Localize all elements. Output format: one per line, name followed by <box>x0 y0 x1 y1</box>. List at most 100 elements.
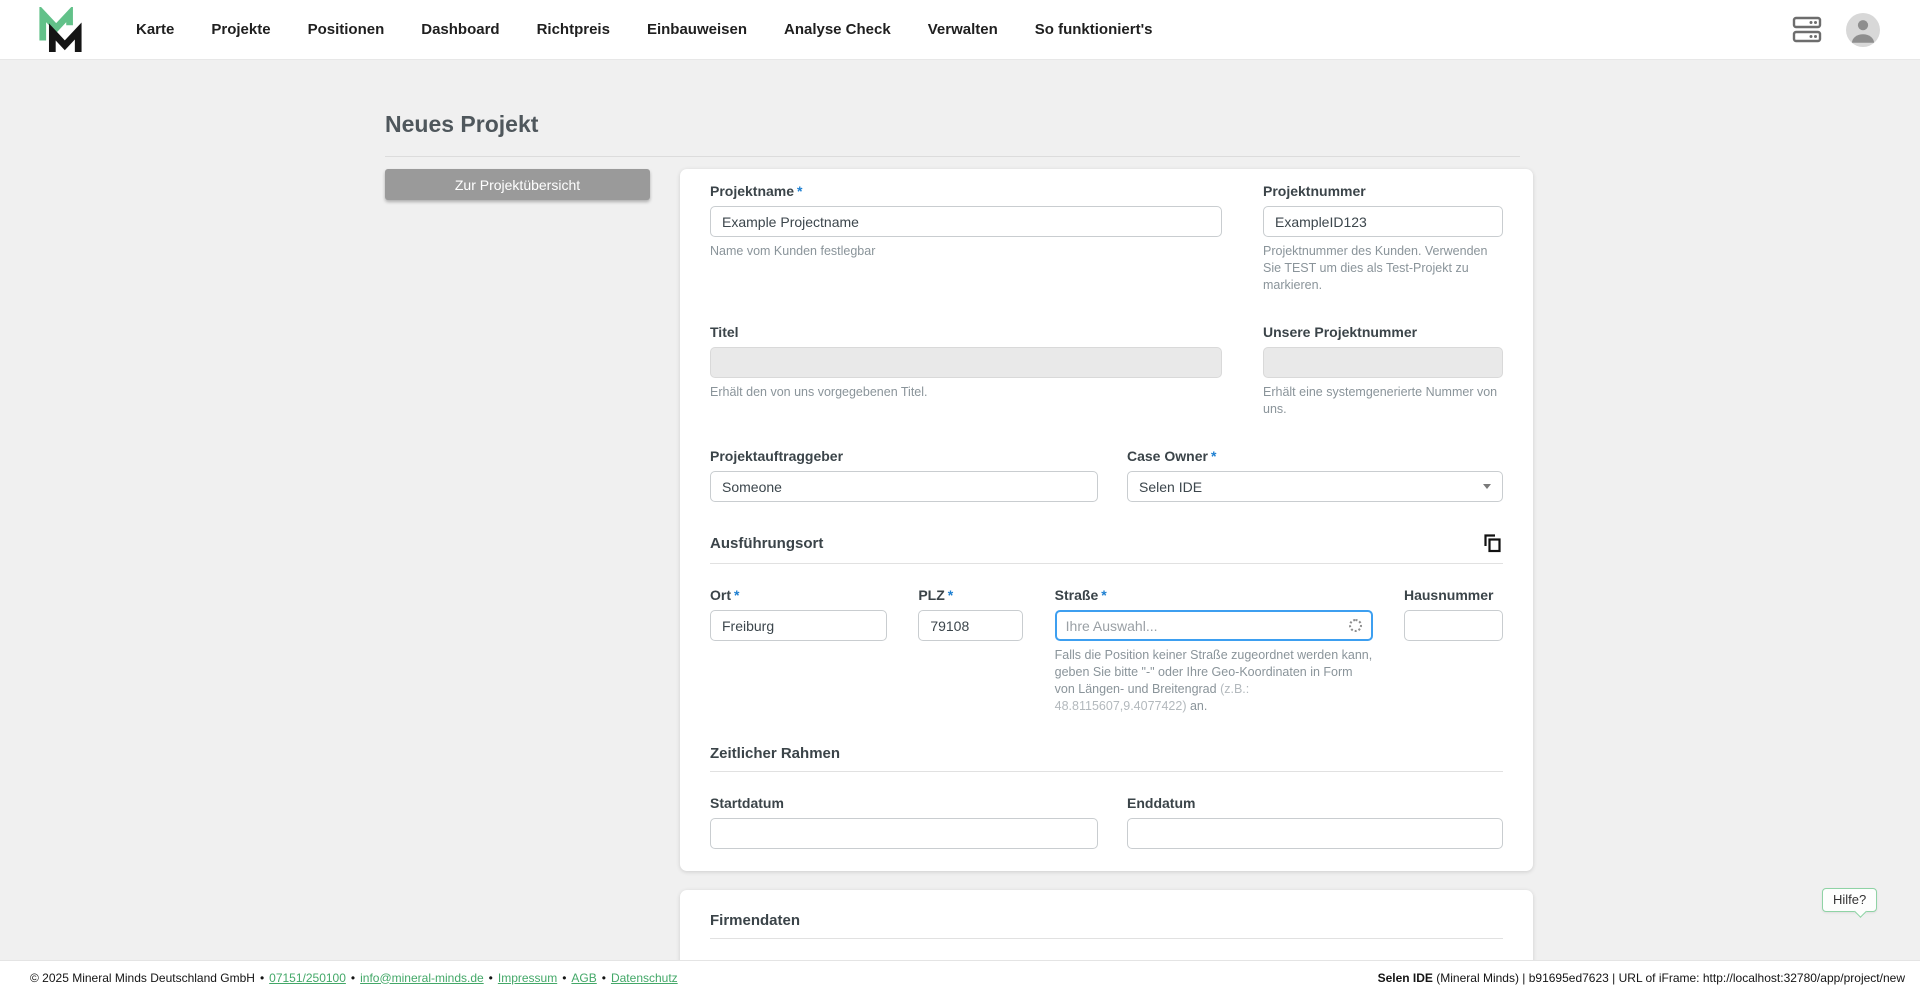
form-row-dates: Startdatum Enddatum <box>710 793 1503 849</box>
separator: • <box>351 971 355 985</box>
projektnummer-input[interactable] <box>1263 206 1503 237</box>
field-projektnummer: Projektnummer Projektnummer des Kunden. … <box>1263 181 1503 294</box>
ausfuehrungsort-header: Ausführungsort <box>710 532 1503 554</box>
case-owner-select[interactable]: Selen IDE <box>1127 471 1503 502</box>
form-row-address: Ort* PLZ* Straße* Falls die Position kei… <box>710 585 1503 715</box>
required-marker: * <box>797 183 802 199</box>
session-details: (Mineral Minds) | b91695ed7623 | URL of … <box>1433 971 1905 985</box>
hausnummer-input[interactable] <box>1404 610 1503 641</box>
nav-item-verwalten[interactable]: Verwalten <box>928 21 998 38</box>
separator: • <box>562 971 566 985</box>
page-title: Neues Projekt <box>385 111 538 138</box>
firmendaten-header: Firmendaten <box>710 912 1503 929</box>
footer-link-agb[interactable]: AGB <box>571 971 596 985</box>
zeitlicher-rahmen-title: Zeitlicher Rahmen <box>710 745 840 762</box>
field-unsere-projektnummer: Unsere Projektnummer Erhält eine systemg… <box>1263 322 1503 418</box>
title-divider <box>385 156 1520 157</box>
footer-link-email[interactable]: info@mineral-minds.de <box>360 971 484 985</box>
projektname-input[interactable] <box>710 206 1222 237</box>
footer-link-phone[interactable]: 07151/250100 <box>269 971 346 985</box>
section-divider <box>710 771 1503 772</box>
loading-spinner-icon <box>1349 619 1362 632</box>
firmendaten-card: Firmendaten <box>680 890 1533 960</box>
footer-link-impressum[interactable]: Impressum <box>498 971 557 985</box>
footer-link-datenschutz[interactable]: Datenschutz <box>611 971 678 985</box>
footer-left: © 2025 Mineral Minds Deutschland GmbH • … <box>30 971 678 985</box>
field-ort: Ort* <box>710 585 887 715</box>
user-avatar-icon[interactable] <box>1846 13 1880 47</box>
projektnummer-label: Projektnummer <box>1263 181 1503 201</box>
field-case-owner: Case Owner* Selen IDE <box>1127 446 1503 502</box>
chevron-down-icon <box>1483 484 1491 489</box>
help-button[interactable]: Hilfe? <box>1822 888 1877 912</box>
projektauftraggeber-label: Projektauftraggeber <box>710 446 1098 466</box>
required-marker: * <box>948 587 953 603</box>
plz-input[interactable] <box>918 610 1023 641</box>
speech-bubble-tail <box>1854 905 1867 918</box>
ort-input[interactable] <box>710 610 887 641</box>
nav-item-einbauweisen[interactable]: Einbauweisen <box>647 21 747 38</box>
nav-item-analyse-check[interactable]: Analyse Check <box>784 21 891 38</box>
unsere-projektnummer-input <box>1263 347 1503 378</box>
section-divider <box>710 938 1503 939</box>
main-content: Neues Projekt Zur Projektübersicht Proje… <box>0 60 1920 960</box>
nav-item-so-funktionierts[interactable]: So funktioniert's <box>1035 21 1153 38</box>
projektname-label: Projektname* <box>710 181 1222 201</box>
nav-item-richtpreis[interactable]: Richtpreis <box>537 21 610 38</box>
session-user: Selen IDE <box>1378 971 1433 985</box>
case-owner-label: Case Owner* <box>1127 446 1503 466</box>
separator: • <box>489 971 493 985</box>
mineral-minds-logo-icon[interactable] <box>36 7 84 53</box>
copyright-text: © 2025 Mineral Minds Deutschland GmbH <box>30 971 255 985</box>
nav-item-dashboard[interactable]: Dashboard <box>421 21 499 38</box>
ort-label: Ort* <box>710 585 887 605</box>
projektauftraggeber-input[interactable] <box>710 471 1098 502</box>
unsere-projektnummer-label: Unsere Projektnummer <box>1263 322 1503 342</box>
nav-item-projekte[interactable]: Projekte <box>211 21 270 38</box>
topbar-right <box>1792 13 1880 47</box>
nav-item-karte[interactable]: Karte <box>136 21 174 38</box>
form-row-auftraggeber-owner: Projektauftraggeber Case Owner* Selen ID… <box>710 446 1503 502</box>
main-nav: Karte Projekte Positionen Dashboard Rich… <box>136 21 1153 38</box>
section-divider <box>710 563 1503 564</box>
field-titel: Titel Erhält den von uns vorgegebenen Ti… <box>710 322 1222 418</box>
copy-icon[interactable] <box>1482 532 1503 554</box>
hausnummer-label: Hausnummer <box>1404 585 1503 605</box>
plz-label: PLZ* <box>918 585 1023 605</box>
firmendaten-title: Firmendaten <box>710 912 800 929</box>
startdatum-input[interactable] <box>710 818 1098 849</box>
required-marker: * <box>1101 587 1106 603</box>
enddatum-input[interactable] <box>1127 818 1503 849</box>
strasse-hint: Falls die Position keiner Straße zugeord… <box>1055 647 1373 715</box>
separator: • <box>260 971 264 985</box>
startdatum-label: Startdatum <box>710 793 1098 813</box>
unsere-projektnummer-hint: Erhält eine systemgenerierte Nummer von … <box>1263 384 1503 418</box>
projektname-hint: Name vom Kunden festlegbar <box>710 243 1222 260</box>
field-plz: PLZ* <box>918 585 1023 715</box>
help-label: Hilfe? <box>1833 892 1866 907</box>
form-row-titel: Titel Erhält den von uns vorgegebenen Ti… <box>710 322 1503 418</box>
nav-item-positionen[interactable]: Positionen <box>308 21 385 38</box>
field-projektname: Projektname* Name vom Kunden festlegbar <box>710 181 1222 294</box>
footer: © 2025 Mineral Minds Deutschland GmbH • … <box>0 960 1920 994</box>
field-enddatum: Enddatum <box>1127 793 1503 849</box>
server-icon[interactable] <box>1792 16 1822 43</box>
app: Karte Projekte Positionen Dashboard Rich… <box>0 0 1920 994</box>
form-row-name-number: Projektname* Name vom Kunden festlegbar … <box>710 181 1503 294</box>
required-marker: * <box>1211 448 1216 464</box>
field-hausnummer: Hausnummer <box>1404 585 1503 715</box>
zeitlicher-rahmen-header: Zeitlicher Rahmen <box>710 745 1503 762</box>
strasse-label: Straße* <box>1055 585 1373 605</box>
required-marker: * <box>734 587 739 603</box>
footer-session-info: Selen IDE (Mineral Minds) | b91695ed7623… <box>1378 971 1905 985</box>
separator: • <box>602 971 606 985</box>
strasse-input-wrapper <box>1055 610 1373 641</box>
project-overview-button[interactable]: Zur Projektübersicht <box>385 169 650 200</box>
strasse-input[interactable] <box>1066 618 1343 634</box>
titel-hint: Erhält den von uns vorgegebenen Titel. <box>710 384 1222 401</box>
titel-label: Titel <box>710 322 1222 342</box>
field-strasse: Straße* Falls die Position keiner Straße… <box>1055 585 1373 715</box>
enddatum-label: Enddatum <box>1127 793 1503 813</box>
ausfuehrungsort-title: Ausführungsort <box>710 535 823 552</box>
top-navigation-bar: Karte Projekte Positionen Dashboard Rich… <box>0 0 1920 60</box>
